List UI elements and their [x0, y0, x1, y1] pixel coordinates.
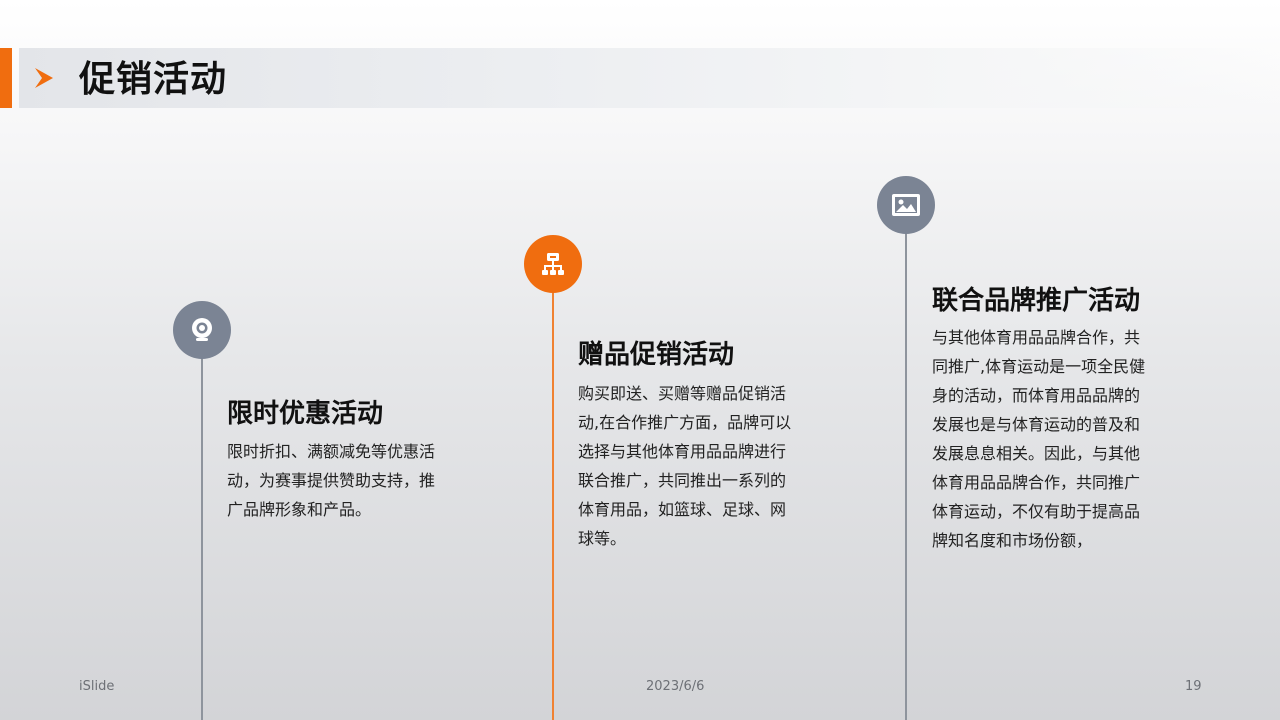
page-number: 19 [1185, 679, 1202, 694]
webcam-icon [192, 318, 212, 341]
card-body-3: 与其他体育用品品牌合作，共同推广,体育运动是一项全民健身的活动，而体育用品品牌的… [932, 328, 1146, 550]
card-title-1: 限时优惠活动 [227, 399, 384, 429]
timeline-line-2 [552, 288, 554, 720]
timeline-node-3 [877, 176, 935, 234]
org-chart-icon [542, 253, 564, 275]
timeline-line-1 [201, 355, 203, 720]
card-body-1: 限时折扣、满额减免等优惠活动，为赛事提供赞助支持，推广品牌形象和产品。 [227, 442, 436, 519]
card-title-3: 联合品牌推广活动 [932, 286, 1141, 316]
timeline-node-1 [173, 301, 231, 359]
timeline-line-3 [905, 230, 907, 720]
card-title-2: 赠品促销活动 [578, 340, 735, 370]
footer-date: 2023/6/6 [646, 679, 705, 694]
image-icon [892, 194, 920, 216]
footer-brand: iSlide [79, 679, 115, 694]
card-body-2: 购买即送、买赠等赠品促销活动,在合作推广方面，品牌可以选择与其他体育用品品牌进行… [578, 384, 792, 548]
slide: 促销活动 限时优惠活动 限时折扣、满额减免等优惠活动，为赛事提供赞助支持，推广品… [0, 0, 1280, 720]
timeline-node-2 [524, 235, 582, 293]
accent-bar [0, 48, 12, 108]
page-title: 促销活动 [79, 59, 228, 100]
chevron-right-icon [35, 68, 53, 88]
